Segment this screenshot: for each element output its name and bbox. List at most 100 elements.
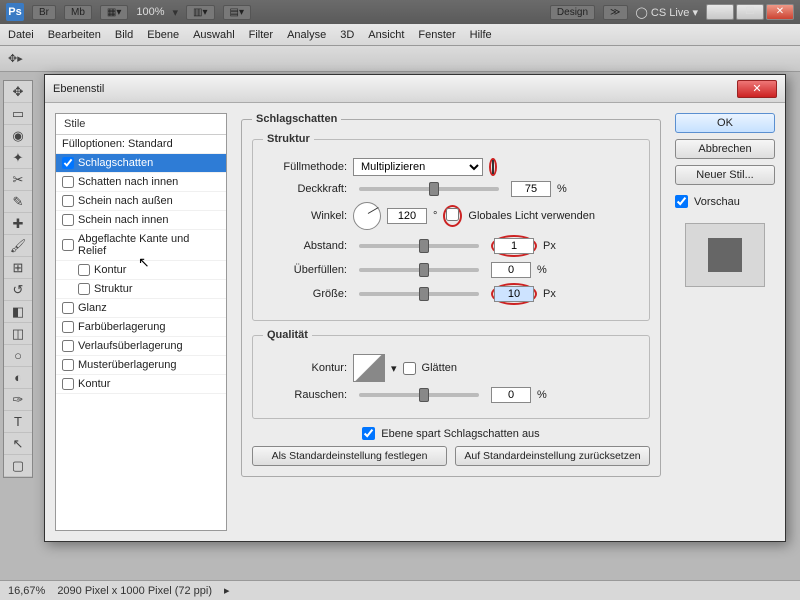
spread-slider[interactable] [359,268,479,272]
menu-hilfe[interactable]: Hilfe [470,29,492,41]
tool-move[interactable]: ✥ [4,81,32,103]
tool-marquee[interactable]: ▭ [4,103,32,125]
antialias-checkbox[interactable] [403,362,416,375]
maximize-button[interactable]: ☐ [736,4,764,20]
style-checkbox[interactable] [62,302,74,314]
style-checkbox[interactable] [78,283,90,295]
arrange-button[interactable]: ▥▾ [186,5,214,20]
make-default-button[interactable]: Als Standardeinstellung festlegen [252,446,447,466]
dialog-titlebar[interactable]: Ebenenstil ✕ [45,75,785,103]
menu-3d[interactable]: 3D [340,29,354,41]
angle-dial[interactable] [353,202,381,230]
qualitat-legend: Qualität [263,329,312,341]
reset-default-button[interactable]: Auf Standardeinstellung zurücksetzen [455,446,650,466]
style-checkbox[interactable] [62,195,74,207]
menu-ansicht[interactable]: Ansicht [368,29,404,41]
style-checkbox[interactable] [62,176,74,188]
tool-stamp[interactable]: ⊞ [4,257,32,279]
style-checkbox[interactable] [62,239,74,251]
tool-eyedrop[interactable]: ✎ [4,191,32,213]
menu-filter[interactable]: Filter [249,29,273,41]
bridge-button[interactable]: Br [32,5,56,20]
style-checkbox[interactable] [78,264,90,276]
size-input[interactable] [494,286,534,302]
style-item-9[interactable]: Verlaufsüberlagerung [56,337,226,356]
status-doc[interactable]: 2090 Pixel x 1000 Pixel (72 ppi) [57,585,212,597]
tool-path[interactable]: ↖ [4,433,32,455]
style-checkbox[interactable] [62,359,74,371]
style-label: Schein nach innen [78,214,169,226]
contour-picker[interactable] [353,354,385,382]
blend-options-item[interactable]: Fülloptionen: Standard [56,135,226,154]
tool-history[interactable]: ↺ [4,279,32,301]
distance-slider[interactable] [359,244,479,248]
style-item-3[interactable]: Schein nach innen [56,211,226,230]
close-button[interactable]: ✕ [766,4,794,20]
screenmode-button[interactable]: ▦▾ [100,5,128,20]
style-item-11[interactable]: Kontur [56,375,226,394]
opacity-slider[interactable] [359,187,499,191]
cslive-button[interactable]: ◯ CS Live ▾ [636,6,698,19]
menu-datei[interactable]: Datei [8,29,34,41]
tool-crop[interactable]: ✂ [4,169,32,191]
menu-ebene[interactable]: Ebene [147,29,179,41]
global-light-checkbox[interactable] [446,208,459,221]
size-label: Größe: [263,288,347,300]
ok-button[interactable]: OK [675,113,775,133]
style-checkbox[interactable] [62,340,74,352]
minibridge-button[interactable]: Mb [64,5,92,20]
new-style-button[interactable]: Neuer Stil... [675,165,775,185]
blendmode-select[interactable]: Multiplizieren [353,158,483,176]
workspace-design[interactable]: Design [550,5,595,20]
style-item-7[interactable]: Glanz [56,299,226,318]
tool-type[interactable]: T [4,411,32,433]
distance-input[interactable] [494,238,534,254]
workspace-more[interactable]: ≫ [603,5,627,20]
status-zoom[interactable]: 16,67% [8,585,45,597]
menu-auswahl[interactable]: Auswahl [193,29,235,41]
style-checkbox[interactable] [62,321,74,333]
style-item-1[interactable]: Schatten nach innen [56,173,226,192]
dialog-title: Ebenenstil [53,83,104,95]
view-button[interactable]: ▤▾ [223,5,251,20]
spread-input[interactable] [491,262,531,278]
style-checkbox[interactable] [62,157,74,169]
style-checkbox[interactable] [62,378,74,390]
tool-brush[interactable]: 🖌 [4,235,32,257]
tool-pen[interactable]: ✑ [4,389,32,411]
tool-dodge[interactable]: ◐ [4,367,32,389]
style-item-8[interactable]: Farbüberlagerung [56,318,226,337]
tool-shape[interactable]: ▢ [4,455,32,477]
menu-fenster[interactable]: Fenster [418,29,455,41]
menu-analyse[interactable]: Analyse [287,29,326,41]
minimize-button[interactable]: — [706,4,734,20]
zoom-display[interactable]: 100% [136,6,164,18]
tools-panel: ✥ ▭ ◉ ✦ ✂ ✎ ✚ 🖌 ⊞ ↺ ◧ ◫ ○ ◐ ✑ T ↖ ▢ [3,80,33,478]
tool-heal[interactable]: ✚ [4,213,32,235]
styles-header: Stile [56,114,226,135]
tool-blur[interactable]: ○ [4,345,32,367]
dialog-close-button[interactable]: ✕ [737,80,777,98]
tool-wand[interactable]: ✦ [4,147,32,169]
style-item-5[interactable]: Kontur [56,261,226,280]
angle-input[interactable] [387,208,427,224]
tool-lasso[interactable]: ◉ [4,125,32,147]
knockout-checkbox[interactable] [362,427,375,440]
noise-input[interactable] [491,387,531,403]
color-swatch[interactable] [492,160,494,174]
style-item-4[interactable]: Abgeflachte Kante und Relief [56,230,226,261]
menu-bild[interactable]: Bild [115,29,133,41]
cancel-button[interactable]: Abbrechen [675,139,775,159]
tool-gradient[interactable]: ◫ [4,323,32,345]
opacity-input[interactable] [511,181,551,197]
style-item-10[interactable]: Musterüberlagerung [56,356,226,375]
preview-checkbox[interactable] [675,195,688,208]
style-item-6[interactable]: Struktur [56,280,226,299]
style-item-2[interactable]: Schein nach außen [56,192,226,211]
size-slider[interactable] [359,292,479,296]
tool-eraser[interactable]: ◧ [4,301,32,323]
menu-bearbeiten[interactable]: Bearbeiten [48,29,101,41]
style-checkbox[interactable] [62,214,74,226]
style-item-0[interactable]: Schlagschatten [56,154,226,173]
noise-slider[interactable] [359,393,479,397]
